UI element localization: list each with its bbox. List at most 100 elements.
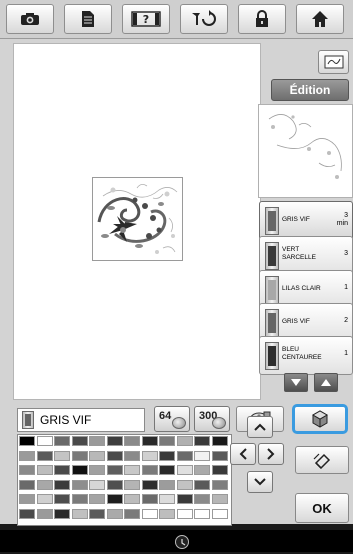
palette-swatch[interactable] <box>176 465 193 475</box>
palette-swatch[interactable] <box>89 479 105 490</box>
palette-swatch[interactable] <box>19 436 35 446</box>
palette-swatch[interactable] <box>71 450 88 461</box>
palette-swatch[interactable] <box>211 465 228 475</box>
palette-swatch[interactable] <box>36 436 53 446</box>
palette-swatch[interactable] <box>141 508 158 519</box>
document-icon[interactable] <box>64 4 112 34</box>
palette-swatch[interactable] <box>36 479 53 490</box>
palette-swatch[interactable] <box>194 450 210 461</box>
palette-swatch[interactable] <box>211 436 228 446</box>
palette-swatch[interactable] <box>159 508 175 519</box>
palette-swatch[interactable] <box>176 436 193 446</box>
embroidery-design[interactable] <box>92 177 183 261</box>
palette-swatch[interactable] <box>159 450 175 461</box>
palette-right-button[interactable] <box>258 443 284 465</box>
palette-swatch[interactable] <box>19 494 35 504</box>
palette-swatch[interactable] <box>211 494 228 504</box>
palette-swatch[interactable] <box>159 436 175 446</box>
palette-swatch[interactable] <box>194 465 210 475</box>
palette-swatch[interactable] <box>54 450 70 461</box>
palette-down-button[interactable] <box>247 471 273 493</box>
palette-swatch[interactable] <box>159 494 175 504</box>
help-icon[interactable]: ? <box>122 4 170 34</box>
palette-swatch[interactable] <box>89 450 105 461</box>
thread-spool-icon <box>265 242 279 270</box>
palette-swatch[interactable] <box>141 465 158 475</box>
palette-swatch[interactable] <box>19 508 35 519</box>
chevron-left-icon <box>239 448 247 460</box>
palette-swatch[interactable] <box>194 479 210 490</box>
palette-swatch[interactable] <box>89 494 105 504</box>
camera-icon[interactable] <box>6 4 54 34</box>
top-toolbar: ? <box>0 0 353 39</box>
palette-swatch[interactable] <box>159 465 175 475</box>
current-color-name: GRIS VIF <box>40 413 92 427</box>
palette-swatch[interactable] <box>211 450 228 461</box>
palette-swatch[interactable] <box>19 450 35 461</box>
palette-swatch[interactable] <box>124 479 140 490</box>
palette-swatch[interactable] <box>106 465 123 475</box>
size-frame-button[interactable] <box>318 50 349 74</box>
current-color-label: GRIS VIF <box>17 408 145 432</box>
palette-swatch[interactable] <box>124 494 140 504</box>
palette-swatch[interactable] <box>211 479 228 490</box>
thread-change-icon[interactable] <box>180 4 228 34</box>
color-shuffle-button[interactable] <box>292 404 348 434</box>
palette-swatch[interactable] <box>159 479 175 490</box>
palette-swatch[interactable] <box>141 436 158 446</box>
palette-swatch[interactable] <box>54 436 70 446</box>
palette-swatch[interactable] <box>19 465 35 475</box>
palette-swatch[interactable] <box>54 494 70 504</box>
palette-swatch[interactable] <box>176 479 193 490</box>
palette-swatch[interactable] <box>54 508 70 519</box>
palette-swatch[interactable] <box>141 479 158 490</box>
palette-swatch[interactable] <box>194 508 210 519</box>
palette-swatch[interactable] <box>176 450 193 461</box>
palette-swatch[interactable] <box>141 450 158 461</box>
ok-button[interactable]: OK <box>295 493 349 523</box>
palette-swatch[interactable] <box>71 508 88 519</box>
palette-swatch[interactable] <box>71 436 88 446</box>
palette-300-button[interactable]: 300 <box>194 406 230 432</box>
palette-swatch[interactable] <box>36 465 53 475</box>
palette-swatch[interactable] <box>71 494 88 504</box>
palette-swatch[interactable] <box>36 450 53 461</box>
home-icon[interactable] <box>296 4 344 34</box>
palette-swatch[interactable] <box>176 494 193 504</box>
palette-swatch[interactable] <box>36 494 53 504</box>
palette-left-button[interactable] <box>230 443 256 465</box>
palette-swatch[interactable] <box>124 450 140 461</box>
arrow-up-icon <box>321 379 331 386</box>
palette-swatch[interactable] <box>71 479 88 490</box>
palette-up-button[interactable] <box>247 416 273 438</box>
palette-swatch[interactable] <box>89 508 105 519</box>
palette-swatch[interactable] <box>124 465 140 475</box>
palette-swatch[interactable] <box>106 494 123 504</box>
palette-swatch[interactable] <box>106 479 123 490</box>
palette-swatch[interactable] <box>141 494 158 504</box>
palette-swatch[interactable] <box>71 465 88 475</box>
scroll-up-button[interactable] <box>314 373 338 392</box>
palette-swatch[interactable] <box>106 436 123 446</box>
edition-button[interactable]: Édition <box>271 79 349 101</box>
palette-swatch[interactable] <box>89 465 105 475</box>
palette-swatch[interactable] <box>194 494 210 504</box>
palette-swatch[interactable] <box>106 450 123 461</box>
lock-icon[interactable] <box>238 4 286 34</box>
palette-swatch[interactable] <box>124 436 140 446</box>
color-list-item-5[interactable]: BLEU CENTAUREE 1 <box>259 336 353 375</box>
palette-swatch[interactable] <box>211 508 228 519</box>
palette-swatch[interactable] <box>54 479 70 490</box>
reset-color-button[interactable] <box>295 446 349 474</box>
palette-swatch[interactable] <box>19 479 35 490</box>
color-list-item-1[interactable]: GRIS VIF 3 min <box>259 201 353 240</box>
palette-64-button[interactable]: 64 <box>154 406 190 432</box>
palette-swatch[interactable] <box>89 436 105 446</box>
palette-swatch[interactable] <box>176 508 193 519</box>
palette-swatch[interactable] <box>36 508 53 519</box>
scroll-down-button[interactable] <box>284 373 308 392</box>
palette-swatch[interactable] <box>124 508 140 519</box>
palette-swatch[interactable] <box>194 436 210 446</box>
palette-swatch[interactable] <box>54 465 70 475</box>
palette-swatch[interactable] <box>106 508 123 519</box>
